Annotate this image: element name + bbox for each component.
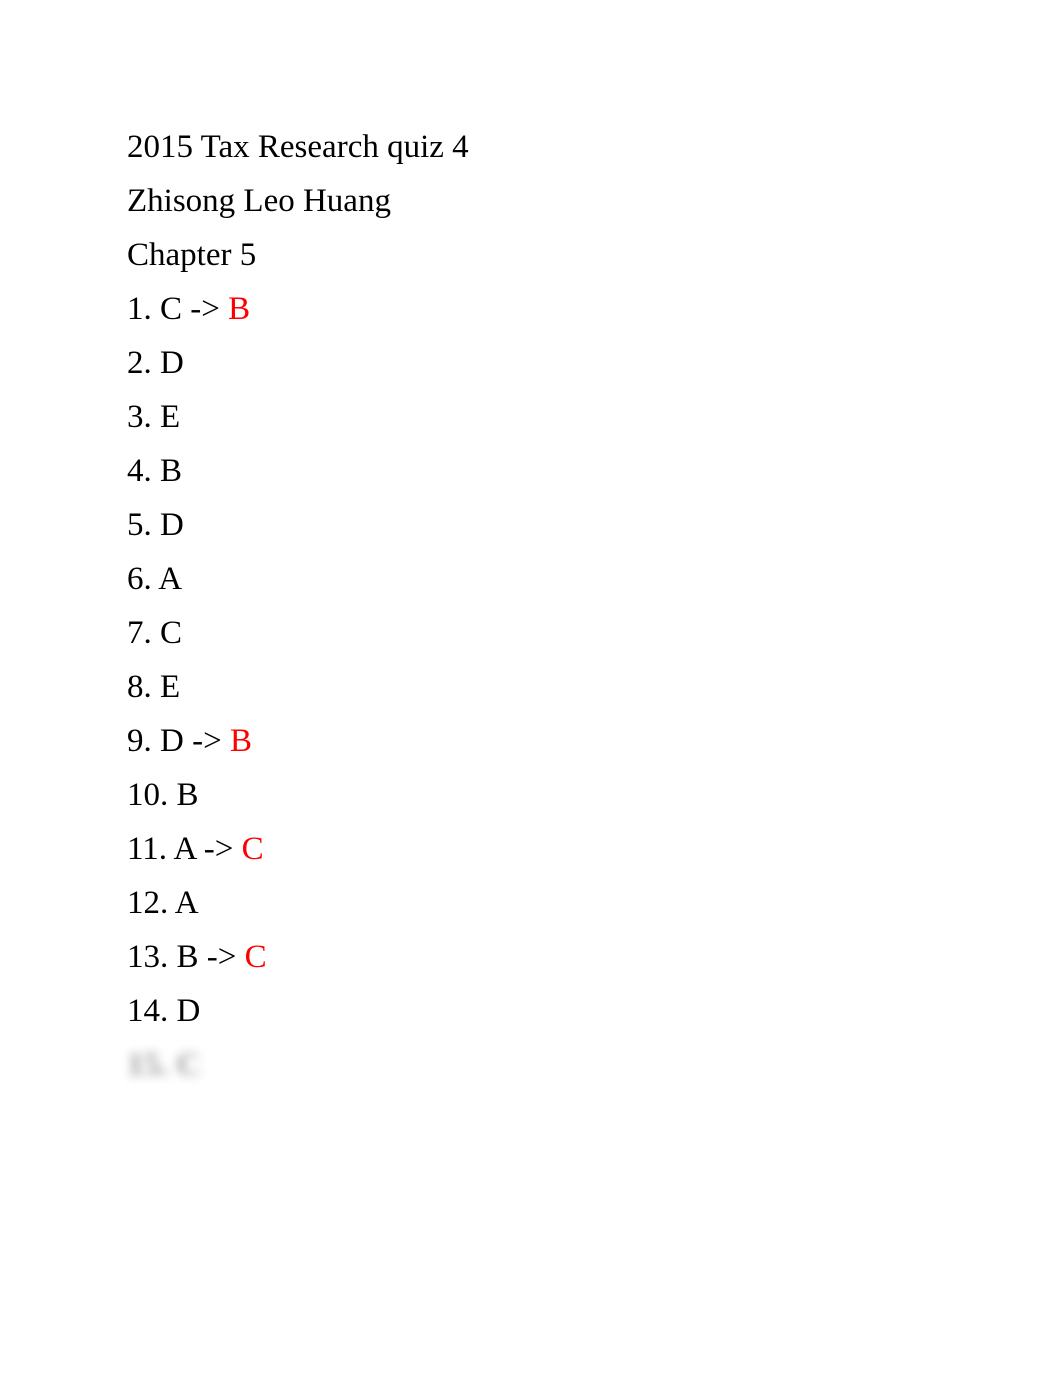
arrow-icon: -> <box>192 723 222 759</box>
original-answer: B <box>176 777 199 813</box>
question-number: 5. <box>127 507 152 543</box>
arrow-icon: -> <box>206 939 237 975</box>
original-answer: E <box>160 399 181 435</box>
question-number: 1. <box>127 291 152 327</box>
answer-line: 14. D <box>127 984 469 1038</box>
corrected-answer: B <box>228 291 251 327</box>
question-number: 14. <box>127 993 169 1029</box>
original-answer: A <box>173 831 196 867</box>
answer-line: 5. D <box>127 498 469 552</box>
original-answer: C <box>160 291 183 327</box>
answer-line: 4. B <box>127 444 469 498</box>
arrow-icon: -> <box>203 831 234 867</box>
answer-line: 6. A <box>127 552 469 606</box>
question-number: 7. <box>127 615 152 651</box>
original-answer: E <box>160 669 181 705</box>
document-title: 2015 Tax Research quiz 4 <box>127 129 469 165</box>
arrow-icon: -> <box>190 291 220 327</box>
answer-line: 2. D <box>127 336 469 390</box>
question-number: 4. <box>127 453 152 489</box>
original-answer: B <box>160 453 183 489</box>
author-name: Zhisong Leo Huang <box>127 183 391 219</box>
chapter-heading: Chapter 5 <box>127 237 257 273</box>
original-answer: B <box>176 939 199 975</box>
question-number: 13. <box>127 939 169 975</box>
blurred-answer-line: 15. C <box>127 1047 201 1083</box>
answer-line: 8. E <box>127 660 469 714</box>
question-number: 6. <box>127 561 152 597</box>
answer-line: 7. C <box>127 606 469 660</box>
answer-line: 12. A <box>127 876 469 930</box>
question-number: 9. <box>127 723 152 759</box>
answer-list: 1. C -> B 2. D 3. E 4. B 5. D 6. A 7. C 8. E 9. … <box>127 282 469 1038</box>
answer-line: 13. B -> C <box>127 930 469 984</box>
question-number: 10. <box>127 777 169 813</box>
answer-line: 9. D -> B <box>127 714 469 768</box>
question-number: 11. <box>127 831 168 867</box>
document-page: 2015 Tax Research quiz 4 Zhisong Leo Hua… <box>127 120 469 1092</box>
original-answer: D <box>176 993 201 1029</box>
answer-line: 10. B <box>127 768 469 822</box>
corrected-answer: C <box>244 939 267 975</box>
answer-line: 3. E <box>127 390 469 444</box>
original-answer: C <box>160 615 183 651</box>
original-answer: A <box>158 561 183 597</box>
original-answer: D <box>160 723 184 759</box>
question-number: 3. <box>127 399 152 435</box>
corrected-answer: B <box>229 723 252 759</box>
question-number: 8. <box>127 669 152 705</box>
original-answer: D <box>160 345 184 381</box>
question-number: 2. <box>127 345 152 381</box>
answer-line: 1. C -> B <box>127 282 469 336</box>
answer-line: 11. A -> C <box>127 822 469 876</box>
original-answer: D <box>160 507 184 543</box>
corrected-answer: C <box>241 831 264 867</box>
question-number: 12. <box>127 885 169 921</box>
original-answer: A <box>174 885 199 921</box>
